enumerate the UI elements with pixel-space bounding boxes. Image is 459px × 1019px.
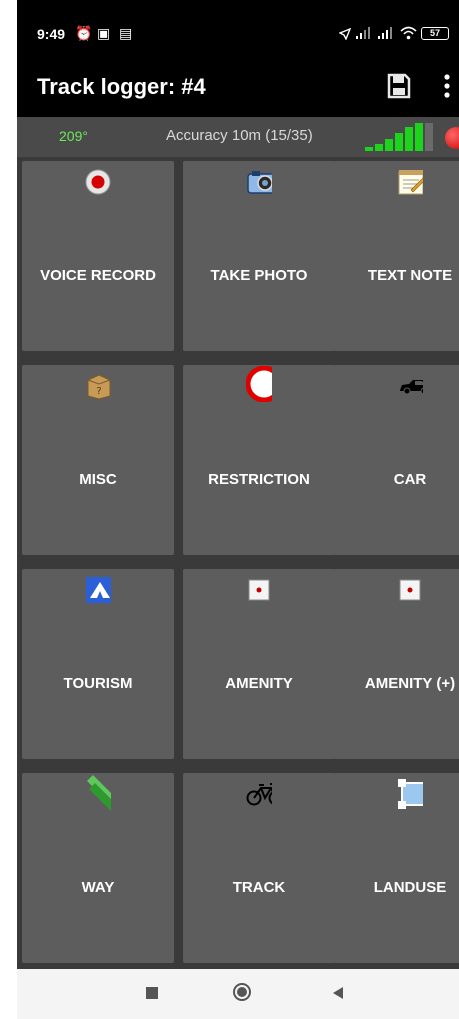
heading-value: 209° xyxy=(59,128,88,144)
recents-button[interactable] xyxy=(146,987,158,999)
tile-label: MISC xyxy=(79,471,117,488)
tile-label: LANDUSE xyxy=(373,879,447,896)
restriction-sign-icon xyxy=(246,366,272,402)
status-time: 9:49 xyxy=(37,26,66,42)
take-photo-button[interactable]: TAKE PHOTO xyxy=(183,161,335,351)
way-button[interactable]: WAY xyxy=(22,773,174,963)
box-icon: ? xyxy=(85,373,111,400)
preset-button-grid: VOICE RECORD TAKE PHOTO TEXT NOTE ? MISC xyxy=(17,157,459,969)
message-icon: ▤ xyxy=(119,25,133,41)
tile-label: VOICE RECORD xyxy=(40,267,156,284)
tile-label: TRACK xyxy=(232,879,286,896)
back-button[interactable] xyxy=(332,986,344,1000)
tile-label: TAKE PHOTO xyxy=(210,267,308,284)
app-toolbar: Track logger: #4 xyxy=(17,58,459,116)
voice-record-button[interactable]: VOICE RECORD xyxy=(22,161,174,351)
tile-label: RESTRICTION xyxy=(208,471,310,488)
tile-label: WAY xyxy=(81,879,115,896)
way-icon xyxy=(85,775,111,811)
landuse-icon xyxy=(397,779,423,809)
svg-text:?: ? xyxy=(96,386,101,397)
tile-label: CAR xyxy=(393,471,427,488)
track-button[interactable]: TRACK xyxy=(183,773,335,963)
amenity-plus-button[interactable]: AMENITY (+) xyxy=(334,569,459,759)
bicycle-icon xyxy=(246,781,272,807)
gps-accuracy: Accuracy 10m (15/35) xyxy=(166,127,313,144)
battery-level: 57 xyxy=(429,28,440,38)
status-bar: 9:49 ⏰ ▣ ▤ 57 xyxy=(17,0,459,58)
signal-icon xyxy=(356,27,370,39)
tile-label: AMENITY (+) xyxy=(364,675,456,692)
app-title: Track logger: #4 xyxy=(37,74,206,99)
record-icon xyxy=(85,169,111,195)
landuse-button[interactable]: LANDUSE xyxy=(334,773,459,963)
tourism-button[interactable]: TOURISM xyxy=(22,569,174,759)
home-dot-icon xyxy=(237,987,247,997)
tent-icon xyxy=(85,577,111,603)
signal-icon xyxy=(378,27,392,39)
amenity-dot-icon xyxy=(397,577,423,603)
text-note-button[interactable]: TEXT NOTE xyxy=(334,161,459,351)
car-button[interactable]: CAR xyxy=(334,365,459,555)
phone-screen: 9:49 ⏰ ▣ ▤ 57 Track logger: #4 209° Accu… xyxy=(17,0,459,1019)
restriction-button[interactable]: RESTRICTION xyxy=(183,365,335,555)
misc-button[interactable]: ? MISC xyxy=(22,365,174,555)
home-button[interactable] xyxy=(233,983,251,1001)
gps-signal-strength-icon xyxy=(365,123,433,151)
car-icon xyxy=(397,373,423,399)
notification-icon: ▣ xyxy=(97,25,111,41)
battery-icon: 57 xyxy=(421,27,449,40)
wifi-icon xyxy=(400,26,417,40)
amenity-dot-icon xyxy=(246,577,272,603)
amenity-button[interactable]: AMENITY xyxy=(183,569,335,759)
gps-info-strip: 209° Accuracy 10m (15/35) xyxy=(17,117,459,157)
alarm-icon: ⏰ xyxy=(75,25,93,41)
system-nav-bar xyxy=(17,969,459,1019)
tile-label: TOURISM xyxy=(63,675,133,692)
recording-indicator-icon xyxy=(445,127,459,149)
location-arrow-icon xyxy=(339,28,351,40)
notepad-icon xyxy=(397,169,423,195)
tile-label: TEXT NOTE xyxy=(367,267,453,284)
more-options-icon[interactable] xyxy=(444,74,450,98)
tile-label: AMENITY xyxy=(225,675,293,692)
camera-icon xyxy=(246,169,272,195)
save-icon[interactable] xyxy=(387,73,411,99)
